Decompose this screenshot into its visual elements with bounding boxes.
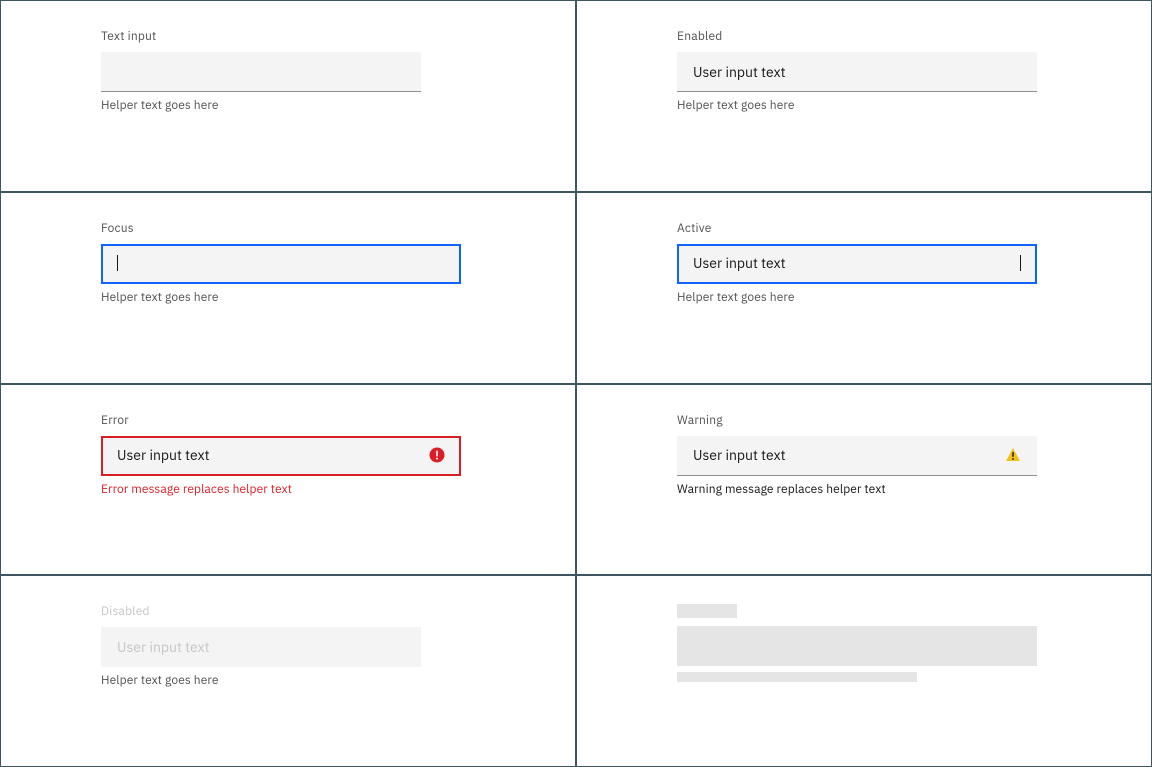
input-label: Error <box>101 413 475 428</box>
error-text: Error message replaces helper text <box>101 482 475 497</box>
warning-text: Warning message replaces helper text <box>677 482 1051 497</box>
cell-focus: Focus Helper text goes here <box>0 192 576 384</box>
error-icon <box>429 447 445 463</box>
skeleton-label <box>677 604 737 618</box>
input-label: Text input <box>101 29 475 44</box>
input-value: User input text <box>693 63 1021 81</box>
states-grid: Text input Helper text goes here Enabled… <box>0 0 1152 767</box>
cell-skeleton <box>576 575 1152 767</box>
helper-text: Helper text goes here <box>101 673 475 688</box>
text-input-active[interactable]: User input text <box>677 244 1037 284</box>
text-input-enabled[interactable]: User input text <box>677 52 1037 92</box>
warning-icon <box>1005 447 1021 463</box>
cell-active: Active User input text Helper text goes … <box>576 192 1152 384</box>
text-input-warning[interactable]: User input text <box>677 436 1037 476</box>
input-label: Active <box>677 221 1051 236</box>
input-value: User input text <box>117 638 405 656</box>
input-label: Warning <box>677 413 1051 428</box>
skeleton-field <box>677 626 1037 666</box>
text-caret <box>117 255 118 271</box>
input-label: Focus <box>101 221 475 236</box>
cell-disabled: Disabled User input text Helper text goe… <box>0 575 576 767</box>
text-input-error[interactable]: User input text <box>101 436 461 476</box>
helper-text: Helper text goes here <box>677 98 1051 113</box>
cell-default: Text input Helper text goes here <box>0 0 576 192</box>
input-value: User input text <box>693 446 993 464</box>
text-input-disabled: User input text <box>101 627 421 667</box>
cell-error: Error User input text Error message repl… <box>0 384 576 576</box>
text-input-default[interactable] <box>101 52 421 92</box>
text-input-focus[interactable] <box>101 244 461 284</box>
helper-text: Helper text goes here <box>101 98 475 113</box>
helper-text: Helper text goes here <box>101 290 475 305</box>
input-value: User input text <box>117 446 417 464</box>
input-value: User input text <box>693 254 1020 272</box>
cell-enabled: Enabled User input text Helper text goes… <box>576 0 1152 192</box>
text-caret <box>1020 255 1021 271</box>
helper-text: Helper text goes here <box>677 290 1051 305</box>
cell-warning: Warning User input text Warning message … <box>576 384 1152 576</box>
skeleton-helper <box>677 672 917 682</box>
input-label: Disabled <box>101 604 475 619</box>
input-label: Enabled <box>677 29 1051 44</box>
